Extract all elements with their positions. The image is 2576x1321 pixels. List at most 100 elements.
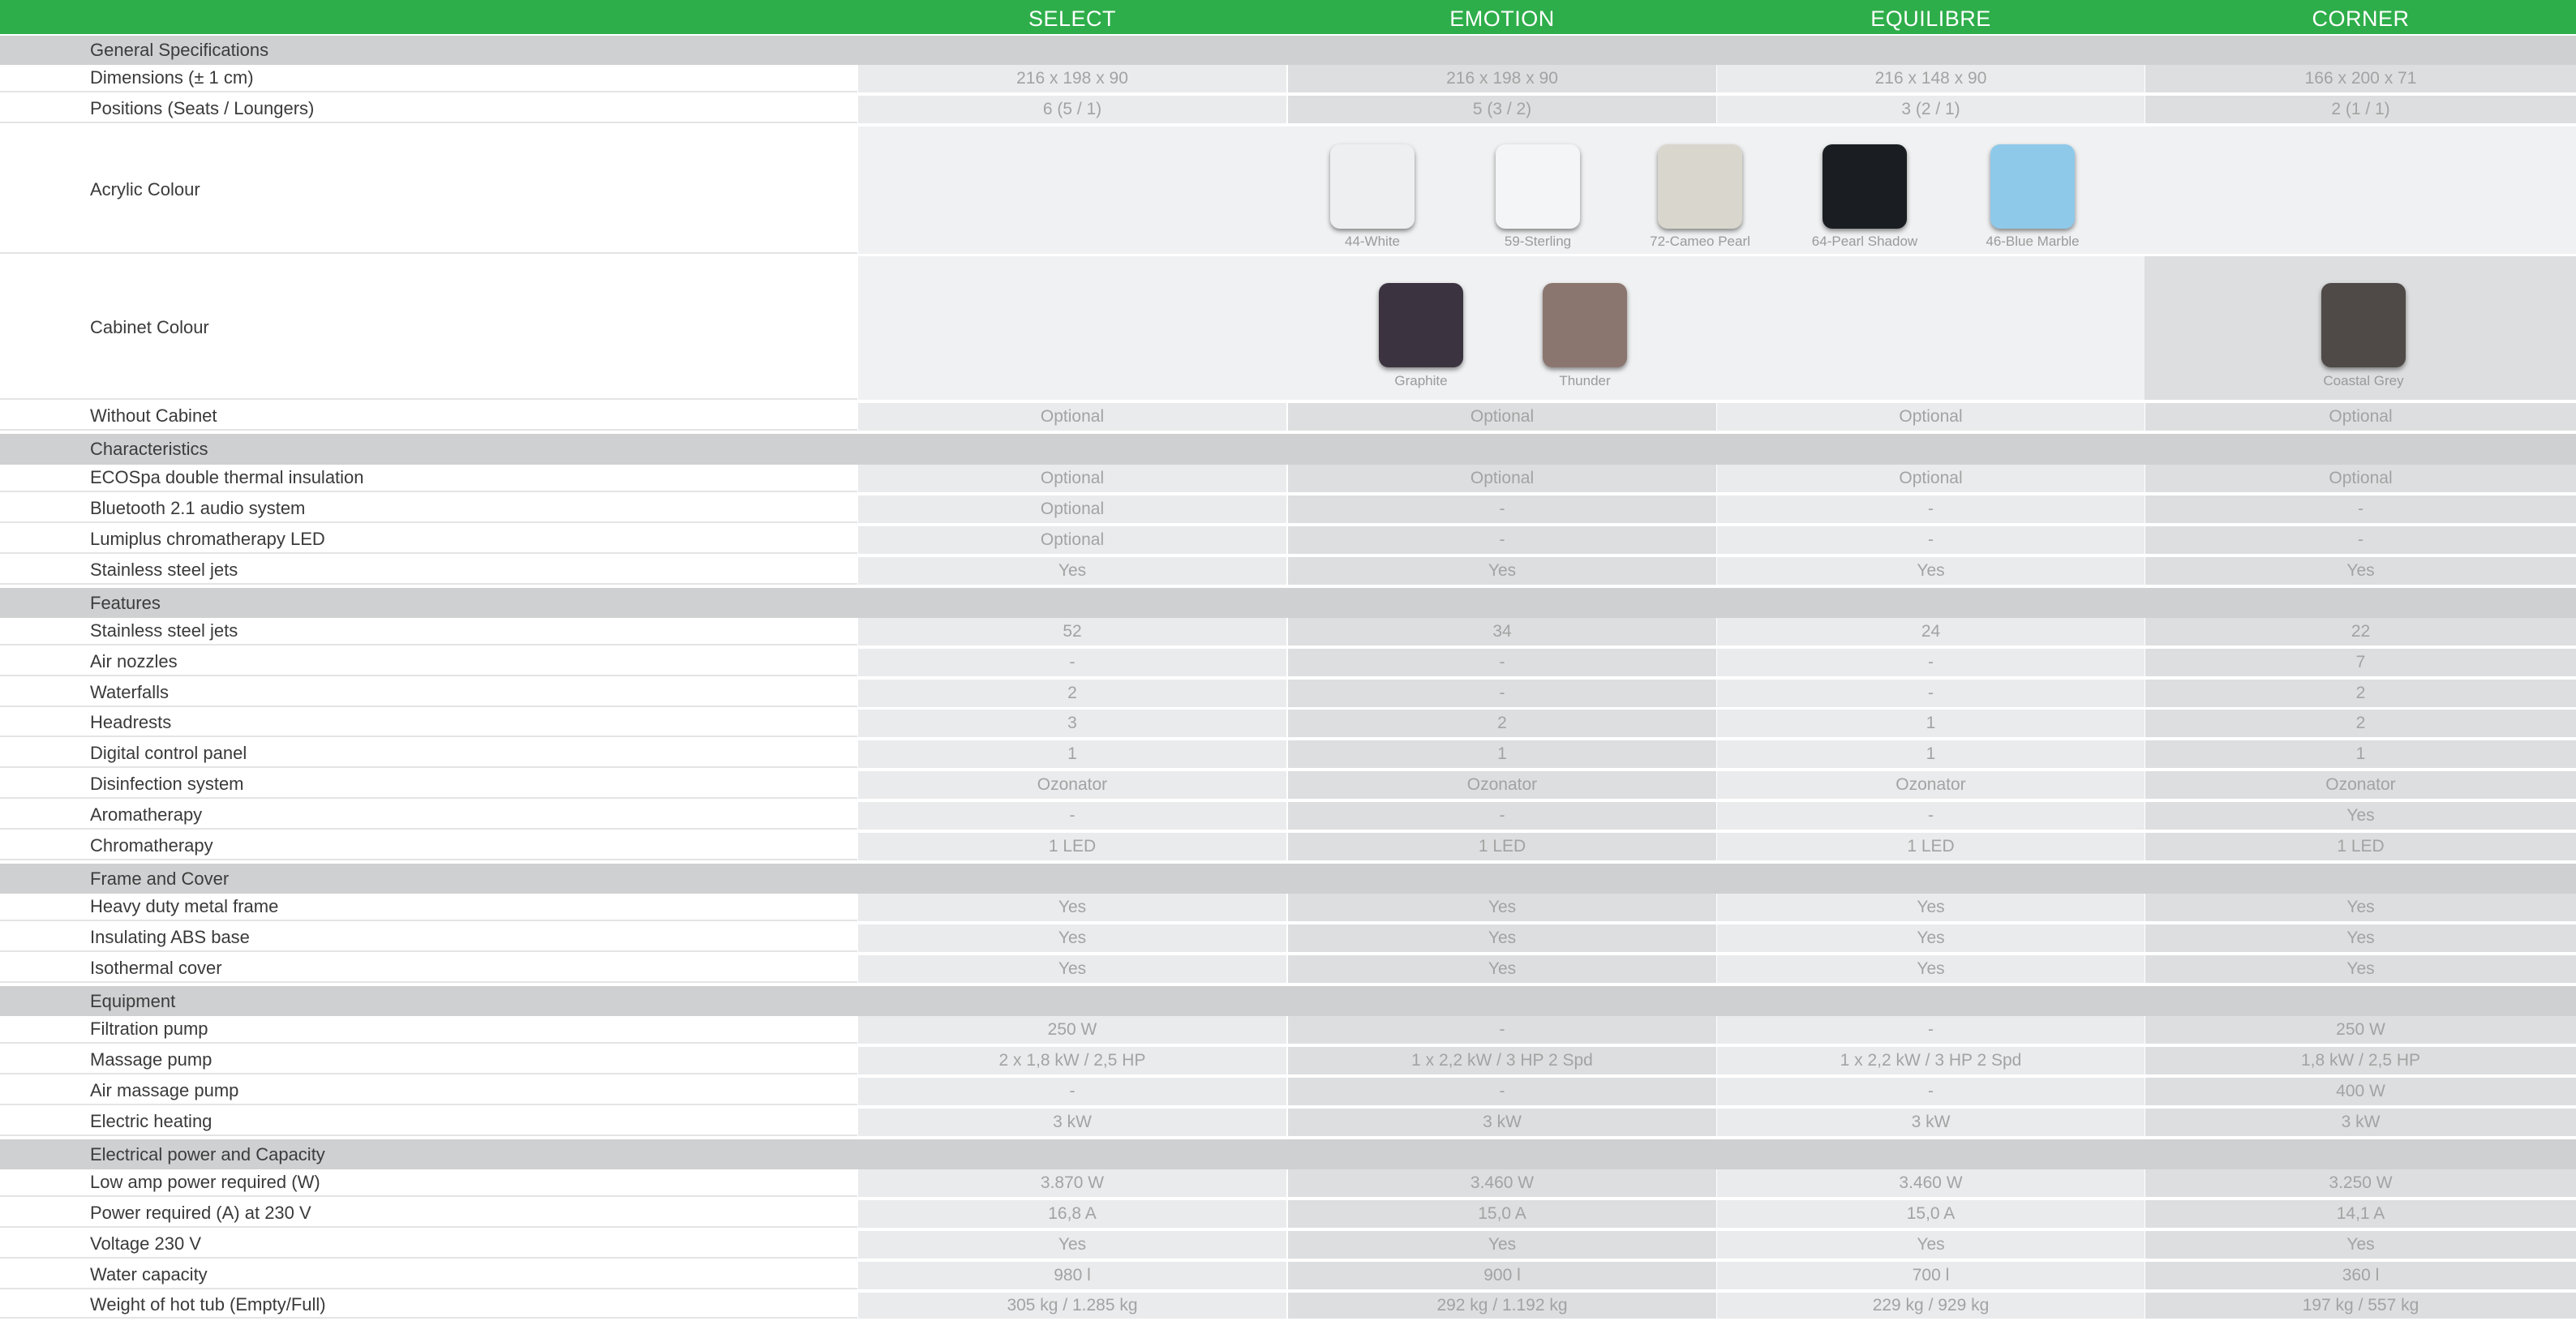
acrylic-swatch-label: 44-White (1344, 234, 1401, 249)
section-title: Characteristics (90, 439, 208, 459)
cell-select: 3 (858, 710, 1286, 737)
row-positions: Positions (Seats / Loungers) 6 (5 / 1) 5 (… (0, 96, 2576, 126)
row-label: Disinfection system (0, 771, 857, 799)
cell-emotion: Optional (1288, 403, 1716, 431)
cell-corner: Yes (2145, 802, 2576, 830)
row-headrests: Headrests 3 2 1 2 (0, 710, 2576, 740)
cell-select: 16,8 A (858, 1200, 1286, 1228)
acrylic-swatch (1330, 144, 1415, 229)
acrylic-swatches: 44-White 59-Sterling 72-Cameo Pearl 64-Pear… (858, 127, 2576, 254)
section-title: Features (90, 592, 161, 613)
section-title: Equipment (90, 990, 176, 1011)
row-ecospa: ECOSpa double thermal insulation Optional… (0, 465, 2576, 495)
cell-corner: 360 l (2145, 1262, 2576, 1289)
cell-equilibre: 3 kW (1717, 1109, 2145, 1136)
row-label: Air nozzles (0, 649, 857, 676)
cell-select: 216 x 198 x 90 (858, 65, 1286, 92)
row-label: Stainless steel jets (0, 618, 857, 645)
cell-select: - (858, 1078, 1286, 1105)
row-label: Digital control panel (0, 740, 857, 768)
row-power_a: Power required (A) at 230 V 16,8 A 15,0 A1… (0, 1200, 2576, 1230)
row-metal_frame: Heavy duty metal frame Yes Yes Yes Yes (0, 894, 2576, 924)
cell-emotion: Yes (1288, 955, 1716, 983)
row-label: Weight of hot tub (Empty/Full) (0, 1293, 857, 1319)
section-frame: Frame and Cover (0, 864, 2576, 894)
cell-corner: Optional (2145, 403, 2576, 431)
row-heating: Electric heating 3 kW 3 kW 3 kW 3 kW (0, 1109, 2576, 1139)
cell-select: 1 LED (858, 833, 1286, 860)
cell-select: Yes (858, 955, 1286, 983)
cell-emotion: 3.460 W (1288, 1169, 1716, 1197)
row-weight: Weight of hot tub (Empty/Full) 305 kg / 1… (0, 1293, 2576, 1321)
cell-equilibre: - (1717, 649, 2145, 676)
table-header: SELECT EMOTION EQUILIBRE CORNER (0, 0, 2576, 34)
column-header-equilibre: EQUILIBRE (1870, 6, 1991, 31)
cell-equilibre: Yes (1717, 924, 2145, 952)
cell-select: - (858, 802, 1286, 830)
cell-corner: - (2145, 526, 2576, 554)
cell-select: Yes (858, 557, 1286, 585)
cell-equilibre: Optional (1717, 403, 2145, 431)
row-dimensions: Dimensions (± 1 cm) 216 x 198 x 90 216 x 1… (0, 65, 2576, 95)
row-label: Electric heating (0, 1109, 857, 1136)
cell-equilibre: 15,0 A (1717, 1200, 2145, 1228)
cell-emotion: Yes (1288, 557, 1716, 585)
row-label: Filtration pump (0, 1016, 857, 1044)
cell-corner: Yes (2145, 924, 2576, 952)
cell-corner: 2 (1 / 1) (2145, 96, 2576, 123)
cell-select: - (858, 649, 1286, 676)
cell-corner: 2 (2145, 680, 2576, 707)
row-label: ECOSpa double thermal insulation (0, 465, 857, 492)
cell-equilibre: Ozonator (1717, 771, 2145, 799)
row-air_massage: Air massage pump - - -400 W (0, 1078, 2576, 1108)
row-abs_base: Insulating ABS base Yes Yes Yes Yes (0, 924, 2576, 954)
cabinet-swatch-label: Coastal Grey (2323, 373, 2404, 388)
cabinet-swatch (1379, 283, 1463, 367)
cell-corner: 1 (2145, 740, 2576, 768)
acrylic-swatch-label: 46-Blue Marble (1986, 234, 2080, 249)
section-general: General Specifications (0, 36, 2576, 65)
cell-select: 1 (858, 740, 1286, 768)
cell-select: 3 kW (858, 1109, 1286, 1136)
cell-equilibre: - (1717, 495, 2145, 523)
cell-corner: Yes (2145, 557, 2576, 585)
row-label: Aromatherapy (0, 802, 857, 830)
row-lumiplus: Lumiplus chromatherapy LED Optional - - - (0, 526, 2576, 556)
cell-emotion: 5 (3 / 2) (1288, 96, 1716, 123)
cabinet-swatch (1543, 283, 1627, 367)
cell-corner: Yes (2145, 894, 2576, 921)
row-ss_jets: Stainless steel jets 52 34 24 22 (0, 618, 2576, 648)
section-title: Electrical power and Capacity (90, 1143, 325, 1164)
cell-emotion: - (1288, 1078, 1716, 1105)
section-characteristics: Characteristics (0, 434, 2576, 465)
row-label: Voltage 230 V (0, 1231, 857, 1259)
cell-corner: Optional (2145, 465, 2576, 492)
cell-select: Yes (858, 1231, 1286, 1259)
section-equipment: Equipment (0, 986, 2576, 1016)
cell-emotion: 900 l (1288, 1262, 1716, 1289)
row-waterfalls: Waterfalls 2- -2 (0, 680, 2576, 710)
acrylic-swatch-label: 59-Sterling (1504, 234, 1572, 249)
cell-select: Optional (858, 495, 1286, 523)
acrylic-swatch (1990, 144, 2075, 229)
cell-emotion: 1 LED (1288, 833, 1716, 860)
row-label: Cabinet Colour (0, 256, 857, 400)
acrylic-swatch-label: 72-Cameo Pearl (1650, 234, 1750, 249)
cell-corner: 22 (2145, 618, 2576, 645)
row-control_panel: Digital control panel 1 1 1 1 (0, 740, 2576, 770)
cell-corner: 400 W (2145, 1078, 2576, 1105)
cell-corner: 166 x 200 x 71 (2145, 65, 2576, 92)
cell-emotion: 34 (1288, 618, 1716, 645)
cell-equilibre: 700 l (1717, 1262, 2145, 1289)
row-chromatherapy: Chromatherapy 1 LED 1 LED 1 LED 1 LED (0, 833, 2576, 863)
cell-corner: 2 (2145, 710, 2576, 737)
row-voltage: Voltage 230 V Yes Yes Yes Yes (0, 1231, 2576, 1261)
row-label: Isothermal cover (0, 955, 857, 983)
cell-select: 2 (858, 680, 1286, 707)
cell-equilibre: Yes (1717, 1231, 2145, 1259)
cell-select: 2 x 1,8 kW / 2,5 HP (858, 1047, 1286, 1074)
cell-emotion: Optional (1288, 465, 1716, 492)
cell-corner: 3 kW (2145, 1109, 2576, 1136)
cell-equilibre: 1 (1717, 710, 2145, 737)
cell-select: 305 kg / 1.285 kg (858, 1293, 1286, 1319)
